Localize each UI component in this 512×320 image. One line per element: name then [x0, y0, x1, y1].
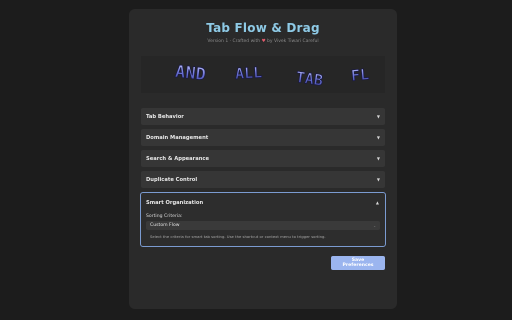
subtitle-prefix: Version 1 · Crafted with	[207, 39, 261, 44]
section-tab-behavior[interactable]: Tab Behavior ▼	[141, 108, 385, 125]
section-header[interactable]: Smart Organization ▲	[146, 199, 379, 206]
banner-word: ALL	[235, 63, 263, 82]
section-smart-organization: Smart Organization ▲ Sorting Criteria: C…	[140, 192, 386, 247]
section-label: Duplicate Control	[146, 176, 198, 183]
subtitle-suffix: by Vivek Tiwari Careful	[267, 39, 319, 44]
section-label: Search & Appearance	[146, 155, 210, 162]
chevron-down-icon: ▼	[376, 156, 380, 161]
chevron-up-icon: ▲	[375, 200, 379, 205]
section-search-appearance[interactable]: Search & Appearance ▼	[141, 150, 385, 167]
sorting-criteria-label: Sorting Criteria:	[146, 214, 183, 219]
banner-word: TAB	[295, 68, 324, 90]
banner-word: AND	[174, 62, 207, 85]
chevron-down-icon: ▼	[376, 135, 380, 140]
section-label: Tab Behavior	[146, 113, 184, 120]
animated-banner: AND ALL TAB FL	[141, 56, 385, 93]
chevron-down-icon: ▼	[376, 177, 380, 182]
section-label: Smart Organization	[146, 199, 204, 206]
section-label: Domain Management	[146, 134, 209, 141]
sorting-criteria-select[interactable]: Custom Flow ⌄	[146, 221, 380, 230]
chevron-down-icon: ▼	[376, 114, 380, 119]
page-subtitle: Version 1 · Crafted with ♥ by Vivek Tiwa…	[129, 39, 397, 44]
select-value: Custom Flow	[150, 223, 180, 228]
chevron-down-icon: ⌄	[373, 223, 376, 228]
save-preferences-button[interactable]: Save Preferences	[331, 256, 385, 270]
sorting-hint: Select the criteria for smart tab sortin…	[150, 234, 326, 239]
page-title: Tab Flow & Drag	[206, 21, 320, 35]
settings-panel: Tab Flow & Drag Version 1 · Crafted with…	[129, 9, 397, 309]
section-duplicate-control[interactable]: Duplicate Control ▼	[141, 171, 385, 188]
heart-icon: ♥	[261, 39, 266, 44]
section-domain-management[interactable]: Domain Management ▼	[141, 129, 385, 146]
banner-word: FL	[350, 65, 370, 85]
